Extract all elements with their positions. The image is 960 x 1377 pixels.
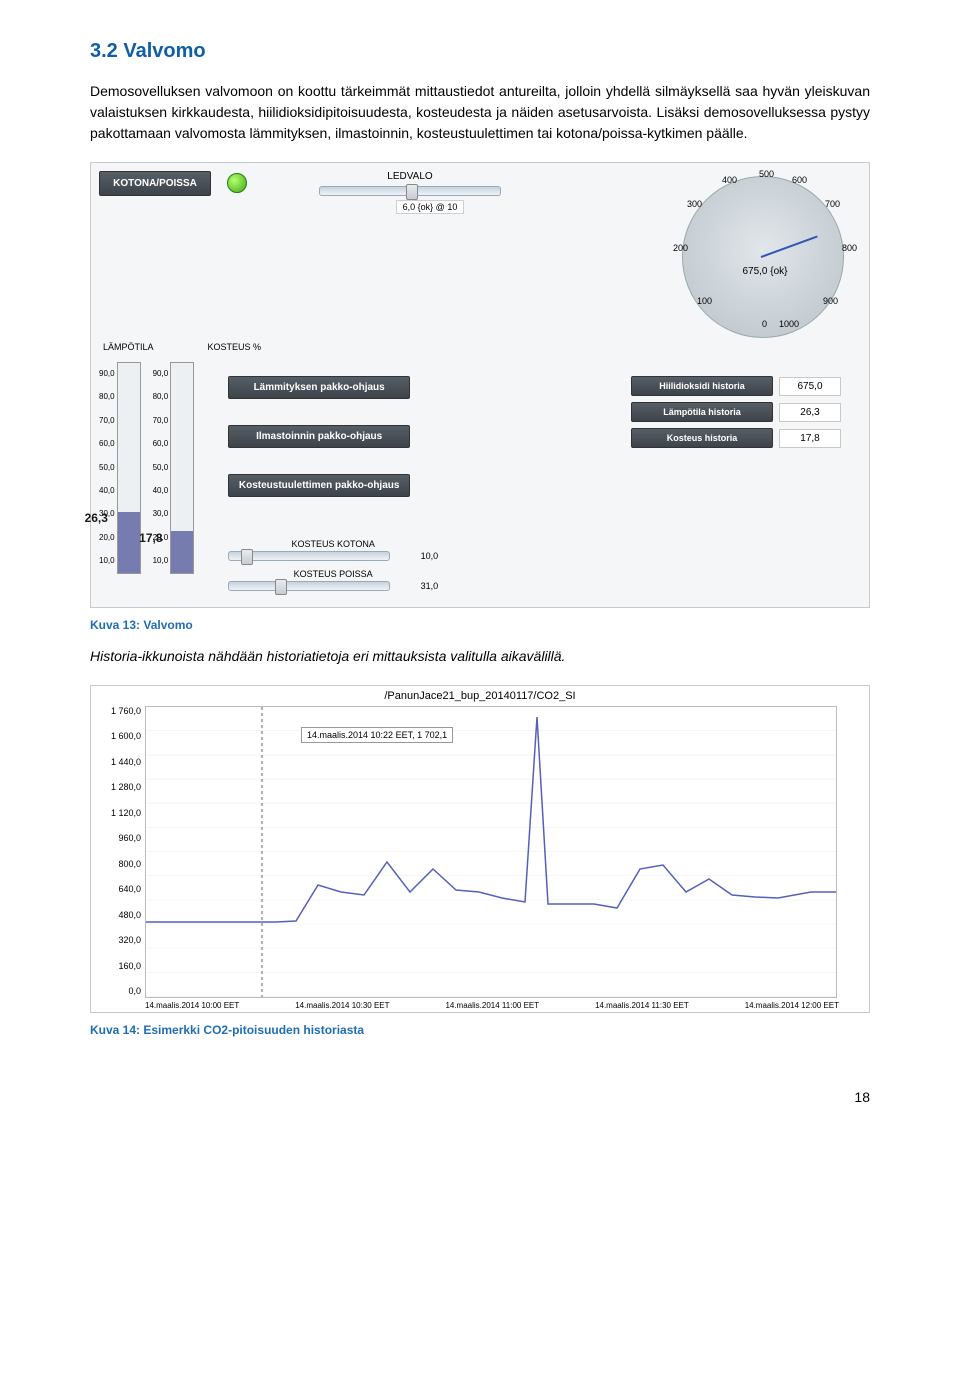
scale-tick: 40,0 bbox=[99, 479, 115, 502]
scale-tick: 80,0 bbox=[153, 385, 169, 408]
temp-fill bbox=[118, 512, 140, 573]
y-tick: 1 600,0 bbox=[97, 731, 141, 741]
humidity-home-slider[interactable] bbox=[228, 551, 390, 561]
y-tick: 1 760,0 bbox=[97, 706, 141, 716]
gauge-tick: 0 bbox=[762, 319, 767, 329]
chart-y-axis: 1 760,0 1 600,0 1 440,0 1 280,0 1 120,0 … bbox=[97, 706, 145, 996]
temperature-history-value: 26,3 bbox=[779, 403, 841, 422]
scale-tick: 50,0 bbox=[153, 456, 169, 479]
temperature-value: 26,3 bbox=[85, 511, 108, 525]
y-tick: 0,0 bbox=[97, 986, 141, 996]
x-tick: 14.maalis.2014 11:30 EET bbox=[595, 1001, 689, 1010]
y-tick: 1 440,0 bbox=[97, 757, 141, 767]
co2-history-chart: /PanunJace21_bup_20140117/CO2_SI 1 760,0… bbox=[90, 685, 870, 1013]
humidity-away-value: 31,0 bbox=[402, 581, 438, 591]
scale-tick: 10,0 bbox=[99, 549, 115, 572]
y-tick: 800,0 bbox=[97, 859, 141, 869]
chart-line-svg bbox=[146, 707, 836, 997]
scale-tick: 90,0 bbox=[153, 362, 169, 385]
humidity-history-value: 17,8 bbox=[779, 429, 841, 448]
gauge-tick: 300 bbox=[687, 199, 702, 209]
heating-force-button[interactable]: Lämmityksen pakko-ohjaus bbox=[228, 376, 410, 399]
gauge-value: 675,0 {ok} bbox=[725, 266, 805, 277]
figure-13-caption: Kuva 13: Valvomo bbox=[90, 618, 870, 632]
figure-14-caption: Kuva 14: Esimerkki CO2-pitoisuuden histo… bbox=[90, 1023, 870, 1037]
slider-thumb-icon[interactable] bbox=[275, 579, 287, 595]
humidity-home-label: KOSTEUS KOTONA bbox=[283, 539, 383, 549]
led-slider-readout: 6,0 {ok} @ 10 bbox=[396, 200, 465, 214]
co2-history-value: 675,0 bbox=[779, 377, 841, 396]
valvomo-figure: KOTONA/POISSA LEDVALO 6,0 {ok} @ 10 0 10… bbox=[90, 162, 870, 608]
gauge-tick: 200 bbox=[673, 243, 688, 253]
kotona-poissa-button[interactable]: KOTONA/POISSA bbox=[99, 171, 211, 196]
scale-tick: 80,0 bbox=[99, 385, 115, 408]
gauge-tick: 600 bbox=[792, 175, 807, 185]
scale-tick: 70,0 bbox=[99, 409, 115, 432]
paragraph-1: Demosovelluksen valvomoon on koottu tärk… bbox=[90, 81, 870, 144]
chart-title: /PanunJace21_bup_20140117/CO2_SI bbox=[97, 690, 863, 702]
section-heading: 3.2 Valvomo bbox=[90, 40, 870, 63]
y-tick: 640,0 bbox=[97, 884, 141, 894]
scale-tick: 20,0 bbox=[99, 526, 115, 549]
x-tick: 14.maalis.2014 11:00 EET bbox=[445, 1001, 539, 1010]
gauge-tick: 1000 bbox=[779, 319, 799, 329]
thermometers: 90,0 80,0 70,0 60,0 50,0 40,0 30,0 20,0 … bbox=[99, 358, 194, 591]
gauge-tick: 100 bbox=[697, 296, 712, 306]
hum-fill bbox=[171, 531, 193, 573]
scale-tick: 60,0 bbox=[99, 432, 115, 455]
scale-tick: 50,0 bbox=[99, 456, 115, 479]
scale-tick: 30,0 bbox=[153, 502, 169, 525]
gauge-tick: 400 bbox=[722, 175, 737, 185]
ventilation-force-button[interactable]: Ilmastoinnin pakko-ohjaus bbox=[228, 425, 410, 448]
page-number: 18 bbox=[0, 1081, 960, 1125]
chart-tooltip: 14.maalis.2014 10:22 EET, 1 702,1 bbox=[301, 727, 453, 743]
temp-column-label: LÄMPÖTILA bbox=[103, 342, 154, 356]
gauge-tick: 900 bbox=[823, 296, 838, 306]
humidity-history-button[interactable]: Kosteus historia bbox=[631, 428, 773, 448]
y-tick: 160,0 bbox=[97, 961, 141, 971]
y-tick: 320,0 bbox=[97, 935, 141, 945]
scale-tick: 90,0 bbox=[99, 362, 115, 385]
status-led-icon bbox=[227, 173, 247, 193]
scale-tick: 40,0 bbox=[153, 479, 169, 502]
humidity-value: 17,8 bbox=[139, 531, 162, 545]
co2-history-button[interactable]: Hiilidioksidi historia bbox=[631, 376, 773, 396]
scale-tick: 70,0 bbox=[153, 409, 169, 432]
x-tick: 14.maalis.2014 12:00 EET bbox=[745, 1001, 839, 1010]
scale-tick: 10,0 bbox=[153, 549, 169, 572]
y-tick: 960,0 bbox=[97, 833, 141, 843]
gauge-tick: 800 bbox=[842, 243, 857, 253]
gauge-tick: 500 bbox=[759, 169, 774, 179]
humidity-home-value: 10,0 bbox=[402, 551, 438, 561]
humidity-away-slider[interactable] bbox=[228, 581, 390, 591]
gauge-tick: 700 bbox=[825, 199, 840, 209]
x-tick: 14.maalis.2014 10:00 EET bbox=[145, 1001, 239, 1010]
chart-x-axis: 14.maalis.2014 10:00 EET 14.maalis.2014 … bbox=[145, 998, 839, 1010]
chart-plot-area: 14.maalis.2014 10:22 EET, 1 702,1 bbox=[145, 706, 837, 998]
slider-thumb-icon[interactable] bbox=[406, 184, 418, 200]
slider-thumb-icon[interactable] bbox=[241, 549, 253, 565]
led-slider-label: LEDVALO bbox=[387, 171, 432, 182]
led-slider[interactable] bbox=[319, 186, 501, 196]
humidity-fan-force-button[interactable]: Kosteustuulettimen pakko-ohjaus bbox=[228, 474, 410, 497]
temperature-thermometer: 90,0 80,0 70,0 60,0 50,0 40,0 30,0 20,0 … bbox=[99, 362, 141, 591]
humidity-away-label: KOSTEUS POISSA bbox=[283, 569, 383, 579]
x-tick: 14.maalis.2014 10:30 EET bbox=[295, 1001, 389, 1010]
humidity-thermometer: 90,0 80,0 70,0 60,0 50,0 40,0 30,0 20,0 … bbox=[153, 362, 195, 591]
co2-gauge: 0 100 200 300 400 500 600 700 800 900 10… bbox=[667, 171, 857, 336]
scale-tick: 60,0 bbox=[153, 432, 169, 455]
paragraph-2: Historia-ikkunoista nähdään historiatiet… bbox=[90, 648, 565, 664]
y-tick: 480,0 bbox=[97, 910, 141, 920]
humidity-column-label: KOSTEUS % bbox=[208, 342, 262, 356]
y-tick: 1 120,0 bbox=[97, 808, 141, 818]
y-tick: 1 280,0 bbox=[97, 782, 141, 792]
temperature-history-button[interactable]: Lämpötila historia bbox=[631, 402, 773, 422]
